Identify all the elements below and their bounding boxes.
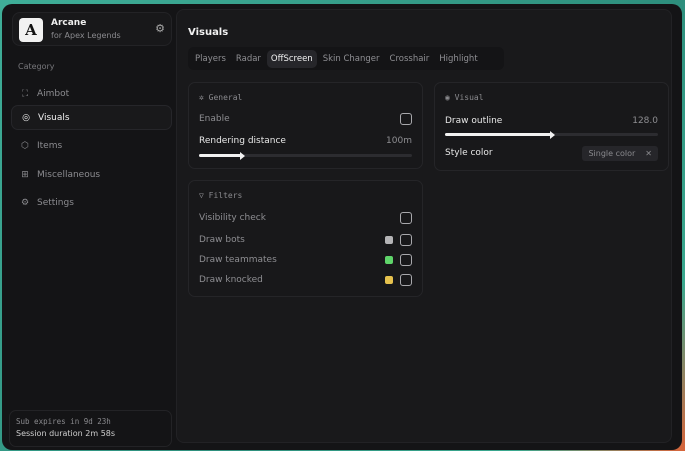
- sidebar-item-miscellaneous[interactable]: ⊞ Miscellaneous: [11, 162, 172, 187]
- filter-row: Draw teammates: [199, 253, 412, 267]
- filters-header: ▽ Filters: [199, 191, 242, 200]
- outline-slider[interactable]: [445, 130, 658, 139]
- general-header: ✲ General: [199, 93, 242, 102]
- filter-row: Draw bots: [199, 233, 412, 247]
- logo: A: [19, 18, 43, 42]
- session-duration: Session duration 2m 58s: [16, 429, 116, 438]
- filter-label: Draw bots: [199, 235, 245, 245]
- color-swatch[interactable]: [385, 276, 393, 284]
- brand-card: A Arcane for Apex Legends ⚙: [12, 12, 172, 46]
- visual-header: ◉ Visual: [445, 93, 484, 102]
- grid-icon: ⊞: [21, 169, 29, 180]
- style-label: Style color: [445, 148, 493, 158]
- teammates-checkbox[interactable]: [400, 254, 412, 266]
- filter-row: Draw knocked: [199, 273, 412, 287]
- gear-icon: ⚙: [20, 197, 30, 208]
- eye-scan-icon: ◎: [22, 112, 30, 123]
- sidebar-item-label: Aimbot: [37, 88, 70, 99]
- distance-label: Rendering distance: [199, 136, 286, 146]
- subscription-info: Sub expires in 9d 23h Session duration 2…: [9, 410, 172, 447]
- enable-label: Enable: [199, 114, 230, 124]
- color-swatch[interactable]: [385, 256, 393, 264]
- close-icon[interactable]: ✕: [645, 149, 652, 158]
- crosshair-icon: ⛶: [21, 88, 29, 99]
- filter-icon: ▽: [199, 191, 209, 200]
- box-icon: ⬡: [21, 140, 29, 151]
- sidebar-item-label: Visuals: [38, 112, 70, 123]
- enable-row: Enable: [199, 112, 412, 126]
- outline-row: Draw outline 128.0: [445, 114, 658, 128]
- sidebar-item-visuals[interactable]: ◎ Visuals: [11, 105, 172, 130]
- sidebar-item-label: Settings: [37, 197, 74, 208]
- outline-value: 128.0: [632, 116, 658, 126]
- distance-slider[interactable]: [199, 151, 412, 160]
- card-title: Filters: [208, 191, 243, 200]
- knocked-checkbox[interactable]: [400, 274, 412, 286]
- sidebar-item-label: Miscellaneous: [37, 169, 101, 180]
- slider-fill: [445, 130, 554, 139]
- enable-checkbox[interactable]: [400, 113, 412, 125]
- slider-fill: [199, 151, 245, 160]
- filter-row: Visibility check: [199, 211, 412, 225]
- sub-expiry: Sub expires in 9d 23h: [16, 417, 111, 426]
- page-title: Visuals: [188, 27, 229, 38]
- bug-icon: ✲: [199, 93, 209, 102]
- visibility-checkbox[interactable]: [400, 212, 412, 224]
- tab-skin-changer[interactable]: Skin Changer: [319, 50, 384, 68]
- filters-card: ▽ Filters Visibility check Draw bots Dra…: [188, 180, 423, 297]
- outline-label: Draw outline: [445, 116, 503, 126]
- sidebar-item-label: Items: [37, 140, 63, 151]
- app-subtitle: for Apex Legends: [51, 31, 121, 40]
- sidebar: A Arcane for Apex Legends ⚙ Category ⛶ Ai…: [9, 12, 174, 447]
- tab-players[interactable]: Players: [191, 50, 230, 68]
- category-label: Category: [18, 62, 55, 71]
- sidebar-item-aimbot[interactable]: ⛶ Aimbot: [11, 81, 172, 106]
- filter-label: Draw teammates: [199, 255, 277, 265]
- eye-icon: ◉: [445, 93, 455, 102]
- main-panel: Visuals Players Radar OffScreen Skin Cha…: [176, 9, 672, 443]
- tab-highlight[interactable]: Highlight: [435, 50, 481, 68]
- gear-icon[interactable]: ⚙: [155, 22, 165, 35]
- sidebar-item-items[interactable]: ⬡ Items: [11, 133, 172, 158]
- general-card: ✲ General Enable Rendering distance 100m: [188, 82, 423, 169]
- app-name: Arcane: [51, 18, 87, 28]
- filter-label: Draw knocked: [199, 275, 263, 285]
- tab-bar: Players Radar OffScreen Skin Changer Cro…: [188, 47, 504, 70]
- tab-crosshair[interactable]: Crosshair: [386, 50, 434, 68]
- distance-row: Rendering distance 100m: [199, 134, 412, 148]
- style-row: Style color Single color ✕: [445, 145, 658, 161]
- distance-value: 100m: [386, 136, 412, 146]
- visual-card: ◉ Visual Draw outline 128.0 Style color Si…: [434, 82, 669, 171]
- card-title: General: [208, 93, 243, 102]
- style-value: Single color: [588, 148, 636, 158]
- tab-radar[interactable]: Radar: [232, 50, 265, 68]
- style-select[interactable]: Single color ✕: [582, 145, 658, 161]
- card-title: Visual: [454, 93, 484, 102]
- bots-checkbox[interactable]: [400, 234, 412, 246]
- sidebar-item-settings[interactable]: ⚙ Settings: [11, 190, 172, 215]
- app-window: A Arcane for Apex Legends ⚙ Category ⛶ Ai…: [2, 4, 682, 450]
- color-swatch[interactable]: [385, 236, 393, 244]
- filter-label: Visibility check: [199, 213, 266, 223]
- tab-offscreen[interactable]: OffScreen: [266, 49, 317, 68]
